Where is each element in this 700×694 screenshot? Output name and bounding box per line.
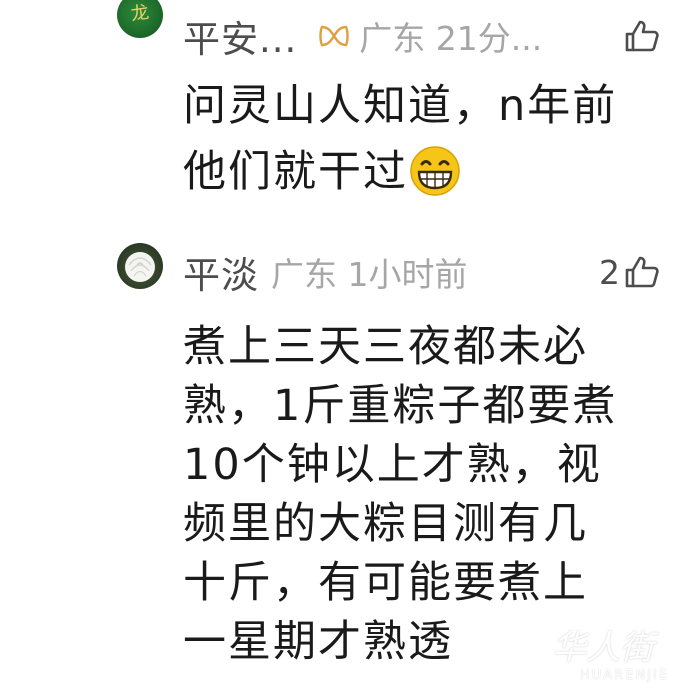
- nickname[interactable]: 平淡: [183, 245, 259, 299]
- comment-line: 煮上三天三夜都未必: [183, 322, 588, 372]
- location-time: 广东 1小时前: [271, 255, 468, 294]
- comment-line: 他们就干过: [183, 147, 408, 197]
- comment-line: 十斤，有可能要煮上: [183, 558, 588, 608]
- thumbs-up-icon[interactable]: [624, 19, 660, 53]
- watermark-subtitle: HUARENJIE: [580, 668, 670, 683]
- comment-line: 频里的大粽目测有几: [183, 499, 588, 549]
- avatar-glyph: 龙: [129, 1, 151, 26]
- watermark-logo: 华人街 HUARENJIE: [552, 620, 682, 690]
- comment-meta: 平安... 广东 21分...: [183, 10, 660, 62]
- white-rose-icon: [125, 252, 155, 282]
- like-count: 2: [599, 252, 620, 292]
- comment-line: 问灵山人知道，n年前: [183, 81, 618, 131]
- avatar[interactable]: [117, 243, 163, 289]
- watermark-title: 华人街: [552, 628, 654, 668]
- comment-text: 问灵山人知道，n年前 他们就干过: [183, 78, 673, 200]
- comment-meta: 平淡 广东 1小时前 2: [183, 246, 660, 298]
- nickname[interactable]: 平安...: [183, 9, 297, 63]
- thumbs-up-icon[interactable]: [624, 255, 660, 289]
- comment-line-with-emoji: 他们就干过: [183, 144, 673, 200]
- location-time: 广东 21分...: [359, 19, 543, 58]
- comment-line: 10个钟以上才熟，视: [183, 440, 602, 490]
- bowtie-icon: [319, 25, 349, 47]
- comment-line: 熟，1斤重粽子都要煮: [183, 381, 618, 431]
- comment-text: 煮上三天三夜都未必 熟，1斤重粽子都要煮 10个钟以上才熟，视 频里的大粽目测有…: [183, 318, 673, 672]
- grinning-face-icon: [410, 146, 460, 196]
- avatar[interactable]: 龙: [117, 0, 163, 38]
